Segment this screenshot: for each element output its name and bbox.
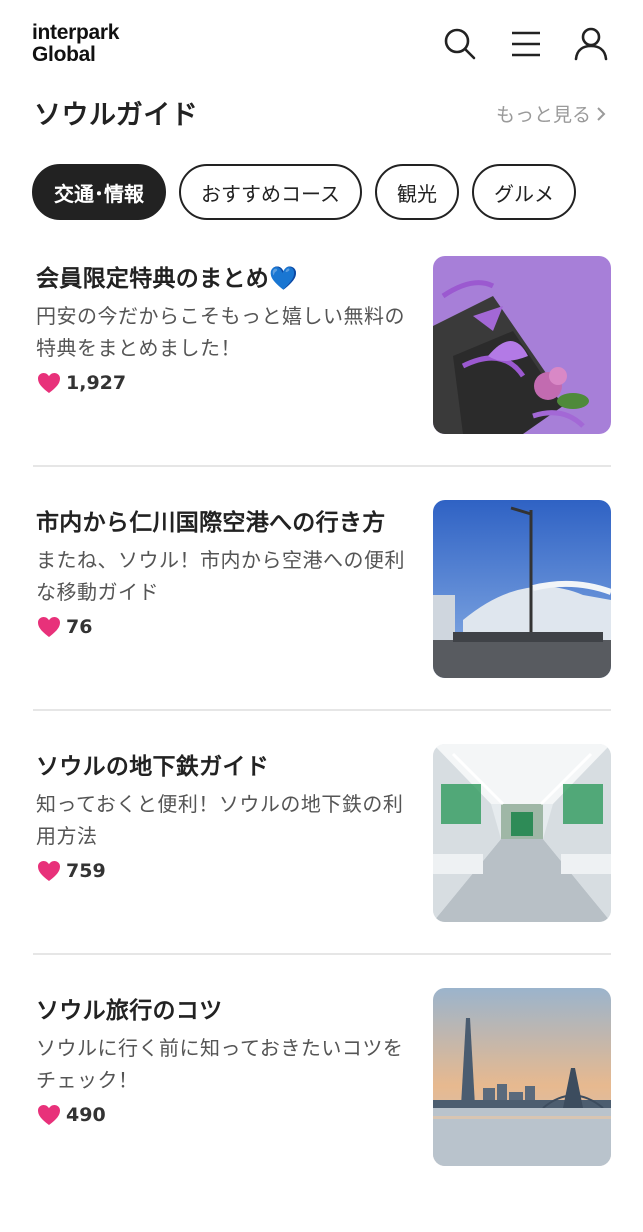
article-list: 会員限定特典のまとめ💙 円安の今だからこそもっと嬉しい無料の特典をまとめました！… xyxy=(33,256,611,1232)
article-title: 会員限定特典のまとめ💙 xyxy=(36,266,298,292)
user-icon[interactable] xyxy=(571,24,611,64)
chip-gourmet[interactable]: グルメ xyxy=(472,164,576,220)
category-chips: 交通･情報 おすすめコース 観光 グルメ xyxy=(32,164,576,220)
like-count[interactable]: 490 xyxy=(37,1104,106,1126)
article-card[interactable]: ソウル旅行のコツ ソウルに行く前に知っておきたいコツをチェック！ 490 xyxy=(33,988,611,1232)
like-count-value: 759 xyxy=(66,860,106,882)
logo[interactable]: interpark Global xyxy=(32,22,119,66)
chip-transport-info[interactable]: 交通･情報 xyxy=(32,164,166,220)
logo-line2: Global xyxy=(32,43,96,66)
article-thumbnail[interactable] xyxy=(433,988,611,1166)
chip-sightseeing[interactable]: 観光 xyxy=(375,164,459,220)
search-icon[interactable] xyxy=(440,24,480,64)
chevron-right-icon xyxy=(597,106,606,121)
heart-icon xyxy=(38,861,60,881)
logo-line1: interpark xyxy=(32,21,120,44)
heart-icon xyxy=(38,373,60,393)
divider xyxy=(33,465,611,467)
like-count[interactable]: 1,927 xyxy=(37,372,126,394)
article-thumbnail[interactable] xyxy=(433,744,611,922)
article-title: ソウルの地下鉄ガイド xyxy=(36,754,269,780)
gift-boxes-image xyxy=(433,256,611,434)
like-count[interactable]: 76 xyxy=(37,616,92,638)
article-thumbnail[interactable] xyxy=(433,256,611,434)
divider xyxy=(33,953,611,955)
divider xyxy=(33,709,611,711)
seoul-skyline-image xyxy=(433,988,611,1166)
heart-icon xyxy=(38,617,60,637)
article-description: ソウルに行く前に知っておきたいコツをチェック！ xyxy=(36,1036,404,1092)
like-count-value: 490 xyxy=(66,1104,106,1126)
subway-interior-image xyxy=(433,744,611,922)
like-count-value: 1,927 xyxy=(66,372,127,394)
like-count[interactable]: 759 xyxy=(37,860,106,882)
heart-icon xyxy=(38,1105,60,1125)
article-description: 知っておくと便利！ソウルの地下鉄の利用方法 xyxy=(36,792,404,848)
more-link-label: もっと見る xyxy=(495,104,591,126)
article-description: 円安の今だからこそもっと嬉しい無料の特典をまとめました！ xyxy=(36,304,405,360)
article-card[interactable]: ソウルの地下鉄ガイド 知っておくと便利！ソウルの地下鉄の利用方法 759 xyxy=(33,744,611,988)
article-title: 市内から仁川国際空港への行き方 xyxy=(36,510,386,536)
article-card[interactable]: 会員限定特典のまとめ💙 円安の今だからこそもっと嬉しい無料の特典をまとめました！… xyxy=(33,256,611,500)
chip-recommended-course[interactable]: おすすめコース xyxy=(179,164,362,220)
more-link[interactable]: もっと見る xyxy=(496,100,607,127)
header: interpark Global xyxy=(0,0,643,90)
article-title: ソウル旅行のコツ xyxy=(36,998,223,1024)
like-count-value: 76 xyxy=(66,616,93,638)
article-thumbnail[interactable] xyxy=(433,500,611,678)
section-title: ソウルガイド xyxy=(34,100,199,131)
article-description: またね、ソウル！市内から空港への便利な移動ガイド xyxy=(36,548,405,604)
article-card[interactable]: 市内から仁川国際空港への行き方 またね、ソウル！市内から空港への便利な移動ガイド… xyxy=(33,500,611,744)
menu-icon[interactable] xyxy=(506,24,546,64)
airport-terminal-image xyxy=(433,500,611,678)
